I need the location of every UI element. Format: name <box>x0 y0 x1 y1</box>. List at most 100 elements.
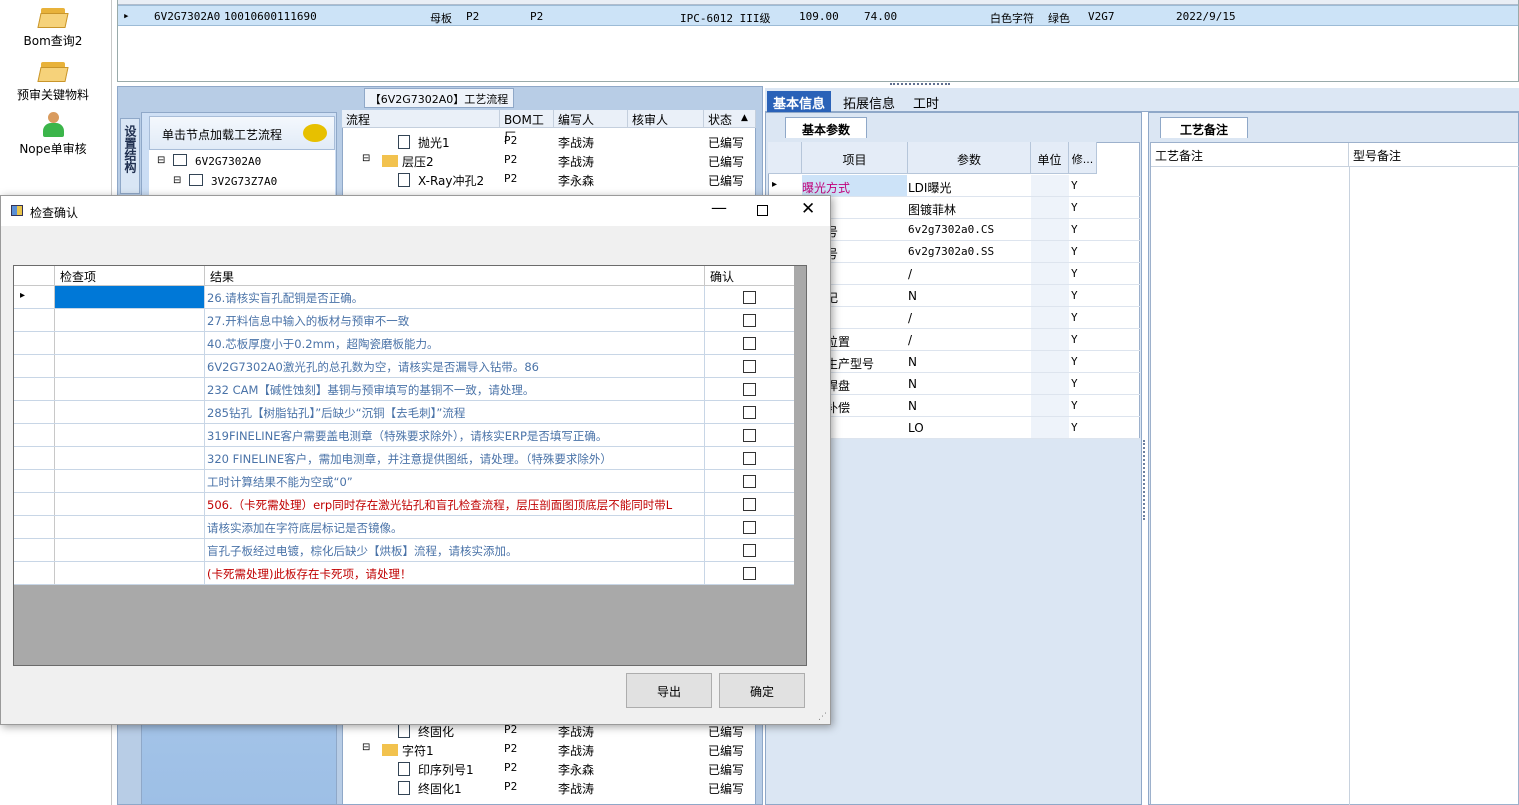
confirm-checkbox[interactable] <box>743 429 756 442</box>
remark-tab[interactable]: 工艺备注 <box>1160 117 1248 138</box>
collapse-icon[interactable]: ⊟ <box>157 155 165 166</box>
row-header[interactable] <box>14 539 55 561</box>
row-header[interactable] <box>14 355 55 377</box>
minimize-icon[interactable]: — <box>711 198 727 217</box>
tab-basic-info[interactable]: 基本信息 <box>767 91 832 112</box>
col-item[interactable]: 项目 <box>802 142 908 174</box>
export-button[interactable]: 导出 <box>626 673 712 708</box>
confirm-checkbox[interactable] <box>743 383 756 396</box>
process-row[interactable]: ⊟ 层压2 P2 李战涛 已编写 <box>342 151 756 170</box>
col-bom-factory[interactable]: BOM工厂 <box>500 110 554 144</box>
row-header[interactable] <box>14 401 55 423</box>
check-item-cell[interactable] <box>55 447 205 469</box>
row-header[interactable] <box>14 332 55 354</box>
col-confirm[interactable]: 确认 <box>705 266 794 286</box>
check-row[interactable]: (卡死需处理)此板存在卡死项，请处理！ <box>14 562 794 585</box>
check-item-cell[interactable] <box>55 493 205 515</box>
pre-review-material-button[interactable]: 预审关键物料 <box>0 60 106 103</box>
confirm-checkbox[interactable] <box>743 498 756 511</box>
check-row[interactable]: 盲孔子板经过电镀，棕化后缺少【烘板】流程，请核实添加。 <box>14 539 794 562</box>
row-header[interactable] <box>14 470 55 492</box>
tab-work-hours[interactable]: 工时 <box>907 91 945 112</box>
bom-query-label: Bom查询2 <box>23 34 83 48</box>
check-row[interactable]: 319FINELINE客户需要盖电测章（特殊要求除外），请核实ERP是否填写正确… <box>14 424 794 447</box>
confirm-checkbox[interactable] <box>743 475 756 488</box>
check-row[interactable]: 506.（卡死需处理）erp同时存在激光钻孔和盲孔检查流程，层压剖面图顶底层不能… <box>14 493 794 516</box>
check-item-cell[interactable] <box>55 516 205 538</box>
splitter-handle[interactable] <box>890 83 950 87</box>
confirm-checkbox[interactable] <box>743 521 756 534</box>
check-item-cell[interactable] <box>55 309 205 331</box>
maximize-icon[interactable] <box>757 205 768 216</box>
confirm-checkbox[interactable] <box>743 544 756 557</box>
check-row[interactable]: 40.芯板厚度小于0.2mm，超陶瓷磨板能力。 <box>14 332 794 355</box>
process-row[interactable]: 终固化1 P2 李战涛 已编写 <box>342 778 756 797</box>
check-row[interactable]: 工时计算结果不能为空或“0” <box>14 470 794 493</box>
process-tab[interactable]: 【6V2G7302A0】工艺流程 <box>364 88 514 108</box>
nope-review-button[interactable]: Nope单审核 <box>0 112 106 157</box>
check-row[interactable]: 请核实添加在字符底层标记是否镜像。 <box>14 516 794 539</box>
resize-grip-icon[interactable]: ⋰ <box>818 712 827 722</box>
check-item-cell[interactable] <box>55 562 205 584</box>
row-header[interactable] <box>14 493 55 515</box>
col-modify[interactable]: 修... <box>1069 142 1097 174</box>
process-row[interactable]: ⊟ 字符1 P2 李战涛 已编写 <box>342 740 756 759</box>
col-process[interactable]: 流程 <box>342 110 500 128</box>
row-header[interactable] <box>14 309 55 331</box>
row-header[interactable] <box>14 447 55 469</box>
check-row[interactable]: 6V2G7302A0激光孔的总孔数为空，请核实是否漏导入钻带。86 <box>14 355 794 378</box>
row-header[interactable] <box>14 562 55 584</box>
confirm-checkbox[interactable] <box>743 452 756 465</box>
check-item-cell[interactable] <box>55 401 205 423</box>
collapse-icon[interactable]: ⊟ <box>362 742 370 753</box>
col-process-remark[interactable]: 工艺备注 <box>1151 143 1349 167</box>
check-row[interactable]: 232 CAM【碱性蚀刻】基铜与预审填写的基铜不一致，请处理。 <box>14 378 794 401</box>
confirm-checkbox[interactable] <box>743 567 756 580</box>
col-author[interactable]: 编写人 <box>554 110 628 128</box>
row-header[interactable] <box>14 378 55 400</box>
splitter-handle[interactable] <box>1143 440 1148 520</box>
col-unit[interactable]: 单位 <box>1031 142 1069 174</box>
collapse-icon[interactable]: ⊟ <box>362 153 370 164</box>
row-header[interactable] <box>14 424 55 446</box>
ok-button[interactable]: 确定 <box>719 673 805 708</box>
row-header[interactable] <box>14 516 55 538</box>
check-item-cell[interactable] <box>55 286 205 308</box>
check-item-cell[interactable] <box>55 424 205 446</box>
confirm-checkbox[interactable] <box>743 291 756 304</box>
row-header[interactable]: ▸ <box>14 286 55 308</box>
col-check-item[interactable]: 检查项 <box>55 266 205 286</box>
check-row[interactable]: 285钻孔【树脂钻孔】”后缺少“沉铜【去毛刺】”流程 <box>14 401 794 424</box>
col-model-remark[interactable]: 型号备注 <box>1349 143 1519 167</box>
check-item-cell[interactable] <box>55 332 205 354</box>
collapse-icon[interactable]: ⊟ <box>173 175 181 186</box>
tab-structure[interactable]: 设置结构 <box>120 118 140 194</box>
confirm-checkbox[interactable] <box>743 314 756 327</box>
check-row[interactable]: 320 FINELINE客户，需加电测章，并注意提供图纸，请处理。（特殊要求除外… <box>14 447 794 470</box>
process-row[interactable]: 抛光1 P2 李战涛 已编写 <box>342 132 756 151</box>
check-item-cell[interactable] <box>55 470 205 492</box>
confirm-checkbox[interactable] <box>743 360 756 373</box>
basic-params-tab[interactable]: 基本参数 <box>785 117 867 138</box>
tab-extended-info[interactable]: 拓展信息 <box>837 91 901 112</box>
bom-query-button[interactable]: Bom查询2 <box>0 6 106 49</box>
close-icon[interactable]: ✕ <box>801 199 815 219</box>
param-row[interactable]: ▸ 曝光方式 LDI曝光 Y <box>768 175 1140 197</box>
process-row[interactable]: X-Ray冲孔2 P2 李永森 已编写 <box>342 170 756 189</box>
tree-node[interactable]: 6V2G7302A0 <box>195 155 261 168</box>
col-status[interactable]: 状态 <box>704 110 756 128</box>
col-result[interactable]: 结果 <box>205 266 705 286</box>
confirm-checkbox[interactable] <box>743 337 756 350</box>
confirm-checkbox[interactable] <box>743 406 756 419</box>
scroll-up-icon[interactable]: ▲ <box>741 113 748 123</box>
col-reviewer[interactable]: 核审人 <box>628 110 704 128</box>
check-item-cell[interactable] <box>55 355 205 377</box>
order-row-selected[interactable]: ▸ 6V2G7302A0 10010600111690 母板 P2 P2 IPC… <box>118 5 1518 26</box>
check-item-cell[interactable] <box>55 378 205 400</box>
tree-node[interactable]: 3V2G73Z7A0 <box>211 175 277 188</box>
process-row[interactable]: 印序列号1 P2 李永森 已编写 <box>342 759 756 778</box>
check-item-cell[interactable] <box>55 539 205 561</box>
check-row[interactable]: 27.开料信息中输入的板材与预审不一致 <box>14 309 794 332</box>
check-row[interactable]: ▸ 26.请核实盲孔配铜是否正确。 <box>14 286 794 309</box>
col-param[interactable]: 参数 <box>908 142 1031 174</box>
